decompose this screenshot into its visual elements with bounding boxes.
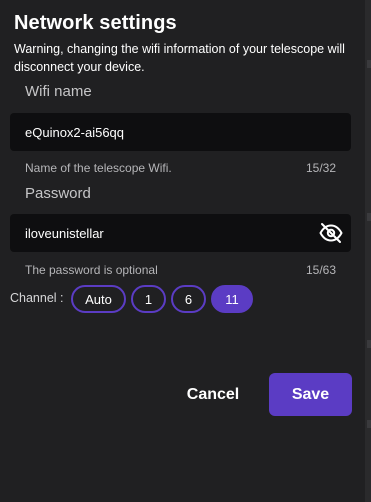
- channel-label: Channel :: [10, 291, 64, 305]
- channel-option-1[interactable]: 1: [131, 285, 166, 313]
- wifi-name-counter: 15/32: [305, 161, 336, 175]
- edge-tick: [367, 213, 371, 221]
- wifi-name-input[interactable]: [25, 113, 305, 151]
- cancel-button[interactable]: Cancel: [180, 378, 246, 412]
- password-label: Password: [25, 185, 91, 202]
- edge-tick: [367, 60, 371, 68]
- wifi-name-field[interactable]: [10, 113, 351, 151]
- wifi-name-label: Wifi name: [25, 83, 92, 100]
- warning-text: Warning, changing the wifi information o…: [14, 42, 345, 74]
- password-helper: The password is optional: [25, 263, 158, 277]
- edge-tick: [367, 420, 371, 428]
- wifi-name-helper: Name of the telescope Wifi.: [25, 161, 172, 175]
- edge-tick: [367, 340, 371, 348]
- password-input[interactable]: [25, 214, 305, 252]
- eye-off-icon[interactable]: [319, 221, 343, 245]
- password-field[interactable]: [10, 214, 351, 252]
- save-button[interactable]: Save: [269, 373, 352, 416]
- network-settings-dialog: Network settings Warning, changing the w…: [0, 0, 371, 502]
- channel-option-auto[interactable]: Auto: [71, 285, 126, 313]
- password-counter: 15/63: [305, 263, 336, 277]
- channel-option-6[interactable]: 6: [171, 285, 206, 313]
- channel-option-11[interactable]: 11: [211, 285, 253, 313]
- background-edge: [365, 0, 371, 502]
- dialog-title: Network settings: [14, 12, 177, 34]
